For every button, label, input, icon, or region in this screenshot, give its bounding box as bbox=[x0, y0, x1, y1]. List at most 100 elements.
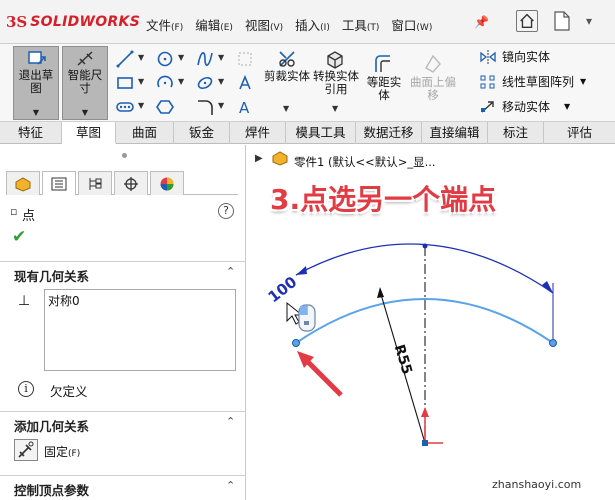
polygon-icon[interactable] bbox=[156, 98, 174, 116]
slot-icon[interactable] bbox=[116, 98, 134, 116]
tab-weldments[interactable]: 焊件 bbox=[230, 122, 286, 144]
new-document-icon[interactable] bbox=[552, 10, 572, 32]
part-icon[interactable] bbox=[271, 150, 289, 166]
menu-insert[interactable]: 插入(I) bbox=[295, 15, 330, 34]
watermark: zhanshaoyi.com bbox=[492, 478, 582, 491]
chevron-down-icon[interactable]: ▼ bbox=[138, 53, 144, 62]
fillet-icon[interactable] bbox=[196, 98, 214, 116]
offset-label[interactable]: 等距实体 bbox=[362, 76, 406, 102]
configuration-manager-tab[interactable] bbox=[78, 171, 112, 195]
linear-pattern-button[interactable]: 线性草图阵列 ▼ bbox=[480, 73, 586, 90]
collapse-icon[interactable]: ⌃ bbox=[226, 415, 235, 428]
spline-icon[interactable] bbox=[196, 50, 214, 68]
info-icon: i bbox=[18, 381, 34, 397]
ok-checkmark-icon[interactable]: ✔ bbox=[12, 227, 26, 247]
radius-dimension-text[interactable]: R55 bbox=[391, 343, 415, 377]
tab-evaluate[interactable]: 评估 bbox=[544, 122, 615, 144]
trim-icon[interactable] bbox=[276, 48, 298, 70]
tab-sheet-metal[interactable]: 钣金 bbox=[174, 122, 230, 144]
tab-features[interactable]: 特征 bbox=[0, 122, 62, 144]
ellipse-icon[interactable] bbox=[196, 74, 214, 92]
help-icon[interactable]: ? bbox=[218, 203, 234, 219]
panel-grip[interactable] bbox=[122, 153, 127, 158]
point-icon[interactable] bbox=[236, 74, 254, 92]
collapse-icon[interactable]: ⌃ bbox=[226, 265, 235, 278]
line-icon[interactable] bbox=[116, 50, 134, 68]
chevron-down-icon[interactable]: ▾ bbox=[586, 14, 592, 28]
sketch-origin[interactable] bbox=[422, 440, 428, 446]
menu-window[interactable]: 窗口(W) bbox=[391, 15, 432, 34]
chevron-down-icon[interactable]: ▼ bbox=[138, 101, 144, 110]
move-entities-button[interactable]: 移动实体 ▼ bbox=[480, 98, 570, 115]
expand-arrow-icon[interactable]: ▶ bbox=[255, 153, 263, 164]
offset-entities-icon[interactable] bbox=[372, 52, 394, 74]
rectangle-icon[interactable] bbox=[116, 74, 134, 92]
mirror-icon bbox=[480, 49, 496, 64]
arc-icon[interactable] bbox=[156, 74, 174, 92]
radius-arrowhead bbox=[377, 287, 384, 298]
trim-label[interactable]: 剪裁实体 bbox=[264, 70, 310, 83]
chevron-down-icon[interactable]: ▼ bbox=[218, 101, 224, 110]
convert-entities-icon[interactable] bbox=[324, 48, 346, 70]
text-icon[interactable]: A bbox=[236, 98, 254, 116]
menu-file[interactable]: 文件(F) bbox=[146, 15, 183, 34]
convert-label[interactable]: 转换实体引用 bbox=[312, 70, 360, 96]
circle-icon[interactable] bbox=[156, 50, 174, 68]
chevron-down-icon[interactable]: ▼ bbox=[138, 77, 144, 86]
angle-dimension-text[interactable]: 100 bbox=[265, 273, 301, 306]
fix-label[interactable]: 固定(F) bbox=[44, 443, 80, 460]
smart-dimension-icon bbox=[77, 51, 93, 66]
tab-mold-tools[interactable]: 模具工具 bbox=[286, 122, 356, 144]
exit-sketch-icon bbox=[28, 51, 46, 65]
chevron-down-icon[interactable]: ▼ bbox=[332, 104, 338, 113]
feature-manager-icon bbox=[15, 176, 31, 192]
tab-direct-editing[interactable]: 直接编辑 bbox=[422, 122, 488, 144]
exit-sketch-button[interactable]: 退出草图 ▼ bbox=[13, 46, 59, 120]
property-manager-icon bbox=[51, 177, 67, 190]
fix-relation-button[interactable] bbox=[14, 439, 38, 461]
tab-sketch[interactable]: 草图 bbox=[62, 122, 116, 144]
menu-view[interactable]: 视图(V) bbox=[245, 15, 283, 34]
arc-endpoint-left[interactable] bbox=[292, 339, 300, 347]
dimension-arrowhead bbox=[296, 266, 307, 275]
relations-listbox[interactable]: 对称0 bbox=[44, 289, 236, 371]
configuration-manager-icon bbox=[89, 177, 102, 190]
control-vertex-header[interactable]: 控制顶点参数 ⌃ bbox=[0, 475, 246, 498]
feature-tree-flyout[interactable]: 零件1 (默认<<默认>_显... bbox=[294, 154, 436, 170]
ribbon-toolbar: 退出草图 ▼ 智能尺寸 ▼ ▼ ▼ ▼ ▼ ▼ ▼ ▼ ▼ A 剪裁实体 ▼ 转… bbox=[0, 44, 615, 122]
pin-icon[interactable]: 📌 bbox=[474, 15, 489, 29]
feature-manager-tab[interactable] bbox=[6, 171, 40, 195]
offset-on-surface-icon bbox=[425, 54, 441, 73]
move-icon bbox=[481, 100, 494, 113]
collapse-icon[interactable]: ⌃ bbox=[226, 479, 235, 492]
chevron-down-icon[interactable]: ▼ bbox=[178, 53, 184, 62]
tab-surfaces[interactable]: 曲面 bbox=[116, 122, 174, 144]
display-manager-icon bbox=[160, 177, 174, 190]
chevron-down-icon[interactable]: ▼ bbox=[564, 102, 570, 111]
solidworks-logo: 3S SOLIDWORKS bbox=[6, 13, 141, 31]
chevron-down-icon[interactable]: ▼ bbox=[283, 104, 289, 113]
property-manager-panel: ▫ 点 ? ✔ 现有几何关系 ⌃ ⊥ 对称0 i 欠定义 添加几何关系 ⌃ 固定… bbox=[0, 145, 246, 500]
tab-markup[interactable]: 标注 bbox=[488, 122, 544, 144]
display-manager-tab[interactable] bbox=[150, 171, 184, 195]
mirror-entities-button[interactable]: 镜向实体 bbox=[480, 48, 550, 65]
menu-bar: 文件(F) 编辑(E) 视图(V) 插入(I) 工具(T) 窗口(W) bbox=[146, 15, 444, 34]
add-relations-header[interactable]: 添加几何关系 ⌃ bbox=[0, 411, 246, 434]
chevron-down-icon[interactable]: ▼ bbox=[218, 53, 224, 62]
chevron-down-icon[interactable]: ▼ bbox=[218, 77, 224, 86]
plane-icon[interactable] bbox=[236, 50, 254, 68]
menu-tools[interactable]: 工具(T) bbox=[342, 15, 380, 34]
arc-endpoint-right[interactable] bbox=[549, 339, 557, 347]
property-manager-tab[interactable] bbox=[42, 171, 76, 195]
list-item[interactable]: 对称0 bbox=[45, 290, 235, 311]
smart-dimension-button[interactable]: 智能尺寸 ▼ bbox=[62, 46, 108, 120]
chevron-down-icon[interactable]: ▼ bbox=[580, 77, 586, 86]
tab-data-migration[interactable]: 数据迁移 bbox=[356, 122, 422, 144]
home-icon[interactable] bbox=[516, 10, 538, 32]
chevron-down-icon[interactable]: ▼ bbox=[178, 77, 184, 86]
status-text: 欠定义 bbox=[50, 384, 88, 399]
dimxpert-tab[interactable] bbox=[114, 171, 148, 195]
existing-relations-header[interactable]: 现有几何关系 ⌃ bbox=[0, 261, 246, 284]
menu-edit[interactable]: 编辑(E) bbox=[195, 15, 233, 34]
arc-midpoint[interactable] bbox=[422, 243, 428, 249]
